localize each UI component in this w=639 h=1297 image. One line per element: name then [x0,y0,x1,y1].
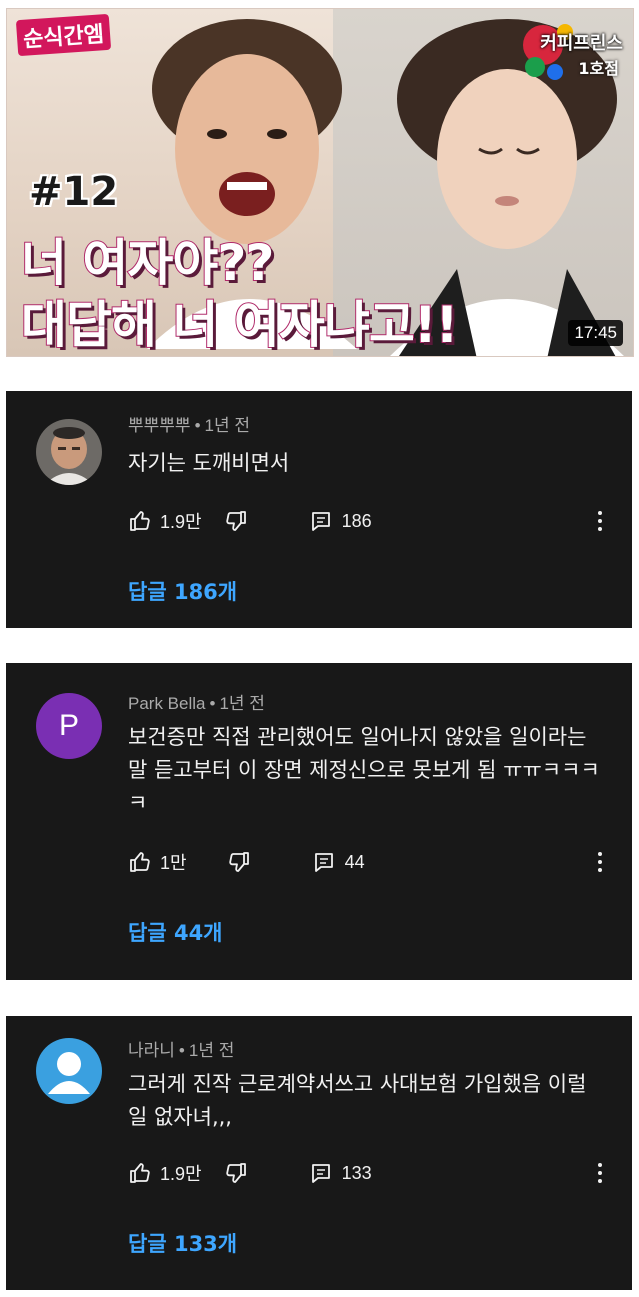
avatar[interactable] [36,419,102,485]
meta-separator: • [209,694,216,713]
comment-time: 1년 전 [188,1041,235,1060]
like-count: 1만 [160,853,187,873]
channel-badge: 순식간엠 [15,13,112,57]
comment-meta: 나라니 • 1년 전 [128,1036,234,1061]
comment-icon [311,512,330,531]
like-count: 1.9만 [160,1164,202,1184]
reply-count: 44 [344,851,365,872]
dislike-button[interactable] [224,1161,248,1185]
avatar[interactable]: P [36,693,102,759]
meta-separator: • [194,416,201,435]
thumbs-down-icon [228,852,249,872]
comment-actions: 1.9만 133 [128,1158,372,1188]
reply-button[interactable]: 186 [310,510,372,532]
more-options-icon[interactable] [590,1158,610,1188]
reply-button[interactable]: 133 [310,1162,372,1184]
comment-icon [311,1164,330,1183]
default-person-icon [48,1052,90,1094]
reply-count: 133 [341,1162,372,1183]
reply-button[interactable]: 44 [313,851,365,873]
comment-actions: 1.9만 186 [128,506,372,536]
thumbs-up-icon [130,1163,150,1183]
comment-icon [314,853,333,872]
view-replies-link[interactable]: 답글 186개 [128,576,237,606]
more-options-icon[interactable] [590,847,610,877]
comment-text: 그러게 진작 근로계약서쓰고 사대보험 가입했음 이럴 일 없자녀,,, [128,1072,587,1129]
video-thumbnail[interactable]: 순식간엠 커피프린스 1호점 #12 너 여자야?? 대답해 너 여자냐고!! … [6,8,634,357]
drama-logo-subtitle: 1호점 [578,59,619,78]
headline-line-2: 대답해 너 여자냐고!! [20,295,459,355]
dislike-button[interactable] [227,850,251,874]
video-duration: 17:45 [568,320,623,346]
meta-separator: • [178,1041,185,1060]
comment-card: P Park Bella • 1년 전 보건증만 직접 관리했어도 일어나지 않았을… [6,663,632,980]
reply-count: 186 [341,510,372,531]
thumbs-down-icon [225,511,246,531]
like-count: 1.9만 [160,512,202,532]
user-photo-icon [36,419,102,485]
comment-text: 자기는 도깨비면서 [128,451,290,475]
view-replies-link[interactable]: 답글 44개 [128,917,223,947]
thumbs-down-icon [225,1163,246,1183]
more-options-icon[interactable] [590,506,610,536]
view-replies-link[interactable]: 답글 133개 [128,1228,237,1258]
comment-meta: 뿌뿌뿌뿌 • 1년 전 [128,411,250,436]
thumbs-up-icon [130,852,150,872]
episode-number: #12 [29,169,119,215]
drama-logo-title: 커피프린스 [540,33,623,54]
avatar-letter: P [58,709,79,742]
comment-text: 보건증만 직접 관리했어도 일어나지 않았을 일이라는 말 듣고부터 이 장면 … [128,725,600,815]
comment-meta: Park Bella • 1년 전 [128,689,265,714]
comment-author[interactable]: 나라니 [128,1041,175,1060]
comment-time: 1년 전 [204,416,250,435]
comment-time: 1년 전 [219,694,265,713]
comment-card: 나라니 • 1년 전 그러게 진작 근로계약서쓰고 사대보험 가입했음 이럴 일 없… [6,1016,632,1290]
comment-card: 뿌뿌뿌뿌 • 1년 전 자기는 도깨비면서 1.9만 186 답글 186개 [6,391,632,628]
comment-author[interactable]: Park Bella [128,694,205,713]
comment-author[interactable]: 뿌뿌뿌뿌 [128,416,191,435]
comment-actions: 1만 44 [128,847,365,877]
dislike-button[interactable] [224,509,248,533]
like-button[interactable]: 1.9만 [128,508,202,534]
thumbs-up-icon [130,511,150,531]
like-button[interactable]: 1만 [128,849,187,875]
like-button[interactable]: 1.9만 [128,1160,202,1186]
avatar[interactable] [36,1038,102,1104]
